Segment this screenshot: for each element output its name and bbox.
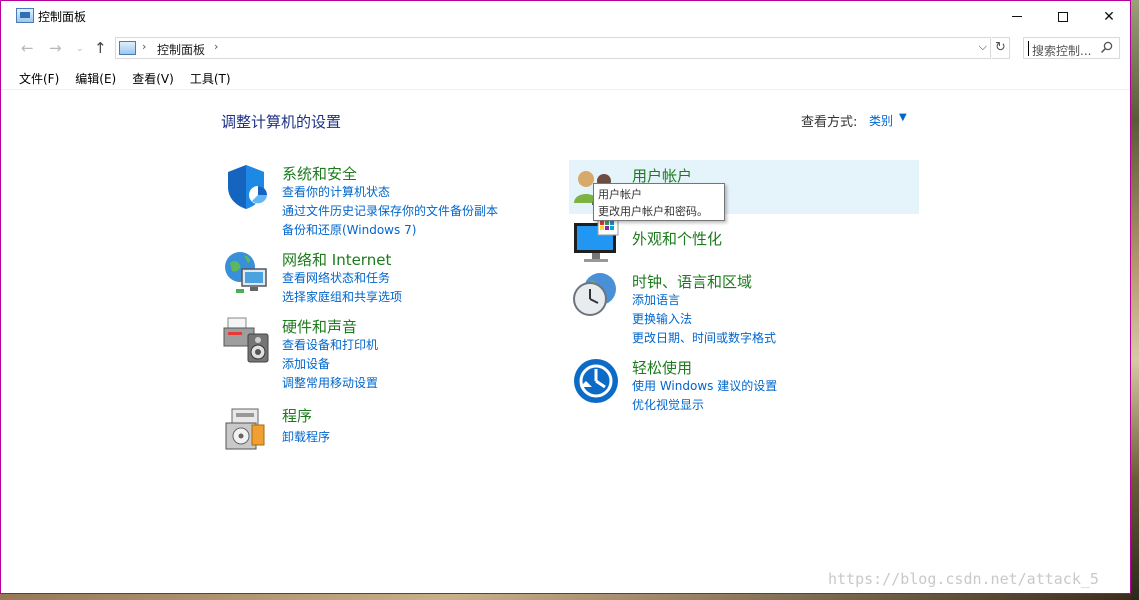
control-panel-icon <box>16 8 34 23</box>
menu-edit[interactable]: 编辑(E) <box>75 69 116 89</box>
title-bar[interactable]: 控制面板 ✕ <box>1 1 1130 32</box>
category-title[interactable]: 网络和 Internet <box>282 249 391 270</box>
link-homegroup-sharing[interactable]: 选择家庭组和共享选项 <box>282 288 402 305</box>
link-add-device[interactable]: 添加设备 <box>282 355 330 372</box>
menu-view[interactable]: 查看(V) <box>132 69 174 89</box>
link-change-input-method[interactable]: 更换输入法 <box>632 310 692 327</box>
category-title[interactable]: 外观和个性化 <box>632 228 722 249</box>
tooltip: 用户帐户 更改用户帐户和密码。 <box>593 183 725 221</box>
breadcrumb-separator-icon[interactable]: › <box>214 40 218 53</box>
ease-of-access-icon[interactable] <box>572 357 620 405</box>
minimize-icon <box>1012 16 1022 17</box>
view-by-label: 查看方式: <box>801 115 858 130</box>
address-dropdown-icon[interactable]: ⌵ <box>979 40 987 54</box>
link-backup-restore[interactable]: 备份和还原(Windows 7) <box>282 221 416 238</box>
desktop-background <box>1131 0 1139 600</box>
tooltip-description: 更改用户帐户和密码。 <box>598 205 708 218</box>
link-optimize-display[interactable]: 优化视觉显示 <box>632 396 704 413</box>
menu-tools[interactable]: 工具(T) <box>190 69 231 89</box>
link-network-status[interactable]: 查看网络状态和任务 <box>282 269 390 286</box>
close-icon: ✕ <box>1103 8 1115 25</box>
monitor-personalize-icon[interactable] <box>572 217 620 265</box>
window-title: 控制面板 <box>38 10 87 24</box>
navigation-row: ← → ⌄ ↑ › 控制面板 › ⌵ ↻ 搜索控制... <box>1 36 1130 62</box>
network-globe-icon[interactable] <box>222 249 270 297</box>
link-mobility-settings[interactable]: 调整常用移动设置 <box>282 374 378 391</box>
page-title: 调整计算机的设置 <box>221 113 342 131</box>
menu-file[interactable]: 文件(F) <box>19 69 59 89</box>
tooltip-title: 用户帐户 <box>598 188 642 201</box>
search-input[interactable]: 搜索控制... <box>1023 37 1120 59</box>
shield-icon[interactable] <box>222 163 270 211</box>
printer-speaker-icon[interactable] <box>222 316 270 364</box>
link-uninstall-program[interactable]: 卸载程序 <box>282 428 330 445</box>
link-date-time-format[interactable]: 更改日期、时间或数字格式 <box>632 329 776 346</box>
view-by-dropdown[interactable]: 类别 <box>869 112 893 129</box>
search-icon[interactable] <box>1100 41 1113 58</box>
search-placeholder: 搜索控制... <box>1032 44 1092 58</box>
back-arrow-icon[interactable]: ← <box>21 39 34 57</box>
link-devices-printers[interactable]: 查看设备和打印机 <box>282 336 378 353</box>
close-button[interactable]: ✕ <box>1086 1 1132 32</box>
category-title[interactable]: 时钟、语言和区域 <box>632 271 752 292</box>
refresh-button[interactable]: ↻ <box>992 37 1010 59</box>
link-file-history[interactable]: 通过文件历史记录保存你的文件备份副本 <box>282 202 498 219</box>
category-title[interactable]: 轻松使用 <box>632 357 692 378</box>
link-view-computer-status[interactable]: 查看你的计算机状态 <box>282 183 390 200</box>
text-caret <box>1028 41 1029 56</box>
clock-globe-icon[interactable] <box>572 271 620 319</box>
up-arrow-icon[interactable]: ↑ <box>94 39 107 57</box>
link-recommended-settings[interactable]: 使用 Windows 建议的设置 <box>632 377 777 394</box>
breadcrumb-separator-icon[interactable]: › <box>142 40 146 53</box>
link-add-language[interactable]: 添加语言 <box>632 291 680 308</box>
category-title[interactable]: 硬件和声音 <box>282 316 357 337</box>
control-panel-icon <box>119 41 136 55</box>
programs-icon[interactable] <box>222 405 270 453</box>
menu-bar: 文件(F) 编辑(E) 查看(V) 工具(T) <box>1 69 1130 89</box>
control-panel-window: 控制面板 ✕ ← → ⌄ ↑ › 控制面板 › ⌵ ↻ 搜索控制... 文件(F… <box>0 0 1131 594</box>
breadcrumb-control-panel[interactable]: 控制面板 <box>157 41 205 58</box>
forward-arrow-icon[interactable]: → <box>49 39 62 57</box>
dropdown-arrow-icon[interactable]: ▼ <box>899 112 907 123</box>
category-title[interactable]: 系统和安全 <box>282 163 357 184</box>
minimize-button[interactable] <box>994 1 1040 32</box>
address-bar[interactable]: › 控制面板 › ⌵ <box>115 37 991 59</box>
maximize-icon <box>1058 11 1068 22</box>
maximize-button[interactable] <box>1040 1 1086 32</box>
category-title[interactable]: 程序 <box>282 405 312 426</box>
divider <box>1 89 1130 90</box>
watermark: https://blog.csdn.net/attack_5 <box>828 570 1099 588</box>
recent-locations-icon[interactable]: ⌄ <box>76 44 84 54</box>
